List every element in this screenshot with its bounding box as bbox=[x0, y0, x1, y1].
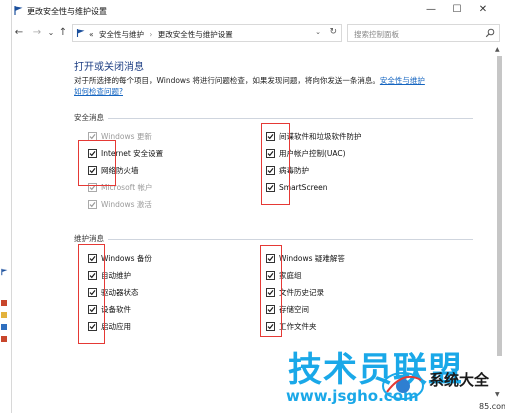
minimize-button[interactable]: — bbox=[425, 4, 437, 16]
highlight-box bbox=[78, 244, 105, 344]
watermark-url: www.jsgho.com bbox=[286, 387, 419, 405]
description-text: 对于所选择的每个项目，Windows 将进行问题检查，如果发现问题，将向你发送一… bbox=[74, 76, 380, 85]
search-placeholder: 搜索控制面板 bbox=[354, 30, 399, 39]
flag-icon bbox=[1, 268, 8, 276]
recent-locations-button[interactable]: ⌄ bbox=[46, 27, 56, 38]
security-maintenance-link[interactable]: 安全性与维护 bbox=[380, 76, 425, 85]
page-title: 打开或关闭消息 bbox=[74, 62, 144, 73]
flag-icon bbox=[14, 6, 23, 15]
search-input[interactable]: 搜索控制面板 bbox=[347, 24, 500, 42]
taskbar-marker bbox=[1, 300, 7, 306]
scroll-up-arrow[interactable]: ▲ bbox=[495, 46, 500, 53]
section-divider bbox=[108, 118, 473, 119]
checkbox-label: Windows 激活 bbox=[101, 199, 152, 209]
highlight-box bbox=[78, 140, 116, 186]
section-divider bbox=[108, 239, 473, 240]
breadcrumb-separator: › bbox=[149, 30, 153, 39]
checkbox bbox=[88, 199, 97, 209]
control-panel-window: 更改安全性与维护设置 — ☐ ✕ ← → ⌄ ↑ « 安全性与维护 › 更改安全… bbox=[12, 0, 505, 413]
maintenance-section-title: 维护消息 bbox=[74, 234, 104, 243]
address-bar[interactable]: « 安全性与维护 › 更改安全性与维护设置 ⌄ ↻ bbox=[72, 24, 342, 42]
checkbox-label: 家庭组 bbox=[279, 270, 302, 280]
flag-icon bbox=[76, 29, 85, 37]
refresh-button[interactable]: ↻ bbox=[329, 27, 337, 37]
maximize-button[interactable]: ☐ bbox=[451, 4, 463, 16]
checkbox-label: 启动应用 bbox=[101, 321, 131, 331]
title-bar: 更改安全性与维护设置 — ☐ ✕ bbox=[12, 0, 505, 22]
taskbar-marker bbox=[1, 312, 7, 318]
checkbox-label: 自动维护 bbox=[101, 270, 131, 280]
checkbox-label: 工作文件夹 bbox=[279, 321, 317, 331]
up-button[interactable]: ↑ bbox=[58, 27, 68, 38]
forward-button[interactable]: → bbox=[32, 27, 42, 38]
close-button[interactable]: ✕ bbox=[477, 4, 489, 16]
checkbox-label: 驱动器状态 bbox=[101, 287, 139, 297]
watermark-tail: 系统大全 bbox=[429, 371, 490, 389]
checkbox-label: 存储空间 bbox=[279, 304, 309, 314]
watermark-tail-small: 85.com bbox=[479, 402, 505, 411]
security-section-title: 安全消息 bbox=[74, 113, 104, 122]
window-title: 更改安全性与维护设置 bbox=[27, 7, 107, 16]
checkbox-label: Windows 疑难解答 bbox=[279, 253, 345, 263]
checkbox-label: 间谍软件和垃圾软件防护 bbox=[279, 131, 362, 141]
back-button[interactable]: ← bbox=[14, 27, 24, 38]
search-icon bbox=[485, 28, 495, 38]
watermark: 技术员联盟 系统大全 www.jsgho.com 85.com bbox=[276, 342, 505, 413]
address-dropdown-button[interactable]: ⌄ bbox=[315, 28, 321, 36]
checkbox-label: 设备软件 bbox=[101, 304, 131, 314]
highlight-box bbox=[260, 245, 282, 337]
checkmark-icon bbox=[89, 201, 96, 207]
checkbox-label: Windows 备份 bbox=[101, 253, 152, 263]
breadcrumb-item[interactable]: 安全性与维护 bbox=[99, 30, 144, 39]
breadcrumb-root[interactable]: « bbox=[89, 30, 94, 39]
page-description: 对于所选择的每个项目，Windows 将进行问题检查，如果发现问题，将向你发送一… bbox=[74, 75, 460, 97]
checkbox-label: 文件历史记录 bbox=[279, 287, 324, 297]
highlight-box bbox=[261, 123, 290, 205]
taskbar-marker bbox=[1, 324, 7, 330]
scroll-thumb[interactable] bbox=[497, 56, 502, 356]
checkmark-icon bbox=[89, 133, 96, 139]
breadcrumb: « 安全性与维护 › 更改安全性与维护设置 bbox=[89, 29, 233, 40]
checkbox-item: Windows 激活 bbox=[88, 198, 152, 210]
taskbar-marker bbox=[1, 336, 7, 342]
desktop-edge bbox=[0, 0, 12, 413]
navigation-bar: ← → ⌄ ↑ « 安全性与维护 › 更改安全性与维护设置 ⌄ ↻ 搜索控制面板 bbox=[12, 22, 505, 44]
breadcrumb-item[interactable]: 更改安全性与维护设置 bbox=[158, 30, 233, 39]
how-check-problems-link[interactable]: 如何检查问题? bbox=[74, 87, 123, 96]
